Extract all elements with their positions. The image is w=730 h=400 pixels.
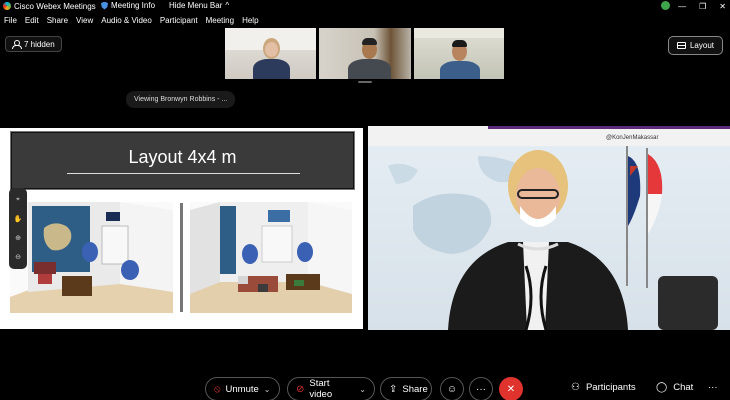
shared-screen: Layout 4x4 m [0,128,363,329]
menu-file[interactable]: File [4,16,17,25]
window-controls: — ❐ ✕ [678,0,726,12]
slide-title: Layout 4x4 m [128,147,237,167]
participant-body [348,59,391,79]
booth-render-2-graphic [190,202,352,313]
participant-thumbnail[interactable] [414,28,504,79]
participants-label: Participants [585,382,636,393]
webex-meeting-window: Cisco Webex Meetings Meeting Info Hide M… [0,0,730,400]
chevron-up-icon: ^ [225,1,230,10]
annotation-toolbar: ⌖ ✋ ⊕ ⊖ [9,188,27,269]
room-wall [414,28,504,38]
chevron-down-icon: ⌄ [263,384,271,394]
close-button[interactable]: ✕ [719,2,726,11]
speaker-scene-graphic [388,146,718,330]
participant-body [253,59,290,79]
booth-render-1-graphic [10,202,173,313]
participant-hair [362,38,377,45]
status-avatar-icon[interactable] [661,1,670,10]
app-title: Cisco Webex Meetings [14,1,96,11]
participant-hair [452,40,467,47]
share-label: Share [402,383,428,395]
active-speaker-video: @KonJenMakassar [368,126,730,330]
chat-label: Chat [673,382,694,393]
chevron-down-icon: ⌄ [359,384,366,394]
start-video-label: Start video [309,378,333,400]
more-icon: ··· [476,383,486,395]
hidden-count-label: 7 hidden [24,39,55,49]
mic-muted-icon: ⦸ [214,383,221,395]
overflow-menu-button[interactable]: ··· [708,382,718,393]
menu-help[interactable]: Help [242,16,258,25]
participant-face [265,42,278,57]
video-off-icon: ⊘ [296,383,305,395]
menu-share[interactable]: Share [47,16,68,25]
webex-logo-icon [3,2,11,10]
hidden-participants-button[interactable]: 7 hidden [5,36,62,52]
unmute-label: Unmute [225,383,259,395]
share-button[interactable]: ⇪ Share [380,377,432,400]
meeting-info-button[interactable]: Meeting Info [101,1,155,10]
filmstrip-scroll-handle[interactable] [358,81,372,83]
hand-icon[interactable]: ✋ [14,215,23,223]
menu-edit[interactable]: Edit [25,16,39,25]
menu-participant[interactable]: Participant [160,16,198,25]
layout-label: Layout [689,41,715,50]
hide-menu-bar-button[interactable]: Hide Menu Bar ^ [169,1,229,10]
layout-button[interactable]: Layout [668,36,723,55]
hide-menu-bar-label: Hide Menu Bar [169,1,223,10]
reactions-button[interactable]: ☺ [440,377,464,400]
zoom-out-icon[interactable]: ⊖ [15,253,21,261]
shield-icon [101,1,108,10]
close-icon: ✕ [506,383,516,395]
participant-thumbnail[interactable] [319,28,411,79]
leave-meeting-button[interactable]: ✕ [499,377,523,400]
more-options-button[interactable]: ··· [469,377,493,400]
menu-view[interactable]: View [76,16,93,25]
overflow-icon: ··· [708,382,718,393]
chat-icon: ◯ [656,382,668,393]
chat-button[interactable]: ◯ Chat [656,382,693,393]
layout-icon [676,42,686,49]
menu-meeting[interactable]: Meeting [206,16,234,25]
zoom-in-icon[interactable]: ⊕ [15,234,21,242]
participant-body [440,61,480,79]
booth-render-image [10,202,173,313]
slide-header: Layout 4x4 m [10,131,355,190]
participants-button[interactable]: ⚇ Participants [571,382,636,393]
viewing-share-indicator[interactable]: Viewing Bronwyn Robbins - ... [126,91,236,108]
app-title-group: Cisco Webex Meetings [3,2,96,11]
start-video-button[interactable]: ⊘ Start video ⌄ [287,377,375,400]
participant-thumbnail[interactable] [225,28,316,79]
meeting-info-label: Meeting Info [111,1,156,10]
share-icon: ⇪ [389,383,398,395]
smiley-icon: ☺ [446,383,458,395]
slide-title-underline [67,173,300,174]
booth-render-image [190,202,352,313]
title-bar: Cisco Webex Meetings Meeting Info Hide M… [0,0,730,12]
image-divider [180,203,183,312]
unmute-button[interactable]: ⦸ Unmute ⌄ [205,377,280,400]
pointer-icon[interactable]: ⌖ [16,196,20,204]
menu-bar: File Edit Share View Audio & Video Parti… [0,13,730,28]
menu-audio-video[interactable]: Audio & Video [101,16,152,25]
participants-icon: ⚇ [571,382,580,393]
minimize-button[interactable]: — [678,2,686,11]
person-icon [12,40,22,49]
restore-button[interactable]: ❐ [699,2,706,11]
viewing-label: Viewing Bronwyn Robbins - ... [134,96,228,103]
